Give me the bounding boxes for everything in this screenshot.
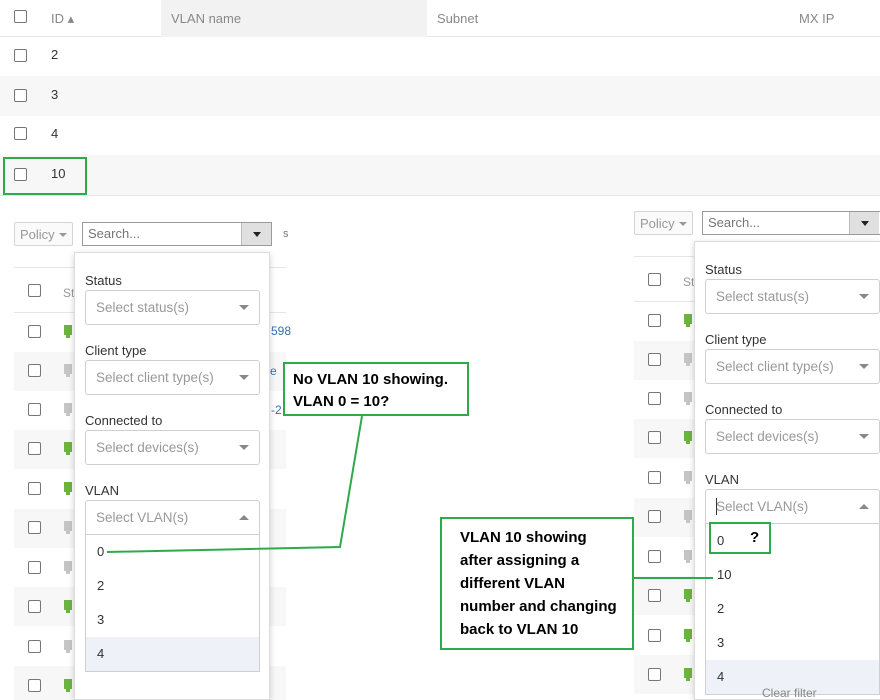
annotation-note-left: No VLAN 10 showing. VLAN 0 = 10? <box>283 362 469 416</box>
annotation-note-left-text: No VLAN 10 showing. VLAN 0 = 10? <box>293 371 449 410</box>
annotation-note-right-text: VLAN 10 showing after assigning a differ… <box>460 529 617 638</box>
screenshot-root: ID ▴ VLAN name Subnet MX IP 2 3 4 10 St … <box>0 0 880 700</box>
vlan-0-highlight-box <box>709 522 771 554</box>
annotation-note-right: VLAN 10 showing after assigning a differ… <box>440 517 634 650</box>
question-mark-annotation: ? <box>750 529 760 546</box>
connector-line-left <box>106 415 363 553</box>
